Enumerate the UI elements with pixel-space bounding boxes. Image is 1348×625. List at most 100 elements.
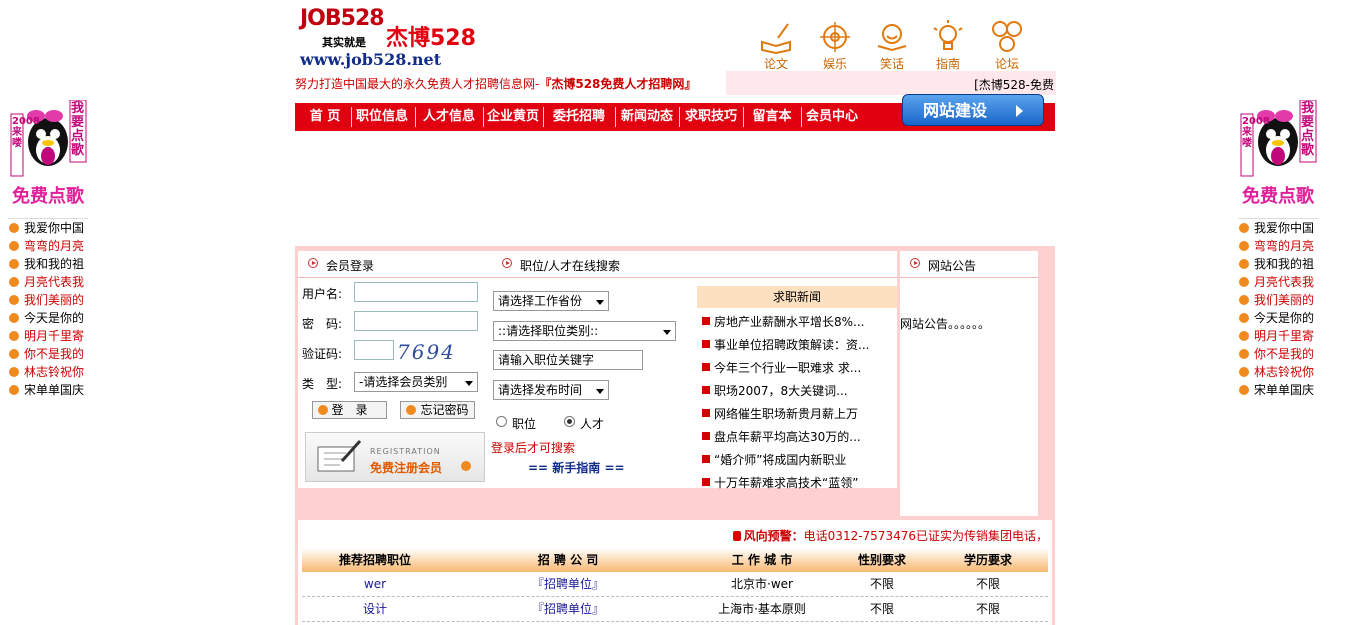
news-item[interactable]: 盘点年薪平均高达30万的... bbox=[700, 427, 895, 450]
logo-tagline: 其实就是 bbox=[322, 36, 366, 49]
song-item[interactable]: 我和我的祖 bbox=[8, 255, 88, 273]
news-item[interactable]: 职场2007，8大关键词... bbox=[700, 381, 895, 404]
arrow-circle-icon bbox=[406, 405, 416, 415]
song-item[interactable]: 宋单单国庆 bbox=[8, 381, 88, 399]
notice-content: 网站公告。。。。。。 bbox=[900, 317, 991, 331]
song-item[interactable]: 明月千里寄 bbox=[8, 327, 88, 345]
nav-talent-info[interactable]: 人才信息 bbox=[416, 103, 482, 131]
nav-member-center[interactable]: 会员中心 bbox=[802, 103, 862, 131]
keyword-input[interactable]: 请输入职位关键字 bbox=[493, 350, 643, 370]
arrow-right-icon bbox=[1016, 105, 1023, 117]
song-item[interactable]: 我和我的祖 bbox=[1238, 255, 1318, 273]
top-nav-luntan[interactable]: 论坛 bbox=[982, 20, 1032, 71]
top-nav-lunwen[interactable]: 论文 bbox=[751, 20, 801, 71]
nav-news[interactable]: 新闻动态 bbox=[616, 103, 678, 131]
publish-time-select[interactable]: 请选择发布时间 bbox=[493, 380, 609, 400]
login-button[interactable]: 登 录 bbox=[312, 401, 387, 419]
warning-bar: 风向预警：电话0312-7573476已证实为传销集团电话， bbox=[298, 520, 1052, 546]
song-list: 我爱你中国 弯弯的月亮 我和我的祖 月亮代表我 我们美丽的 今天是你的 明月千里… bbox=[1238, 218, 1318, 399]
chevron-down-icon bbox=[663, 330, 671, 335]
news-bullet-icon bbox=[702, 317, 710, 325]
news-item[interactable]: “婚介师”将成国内新职业 bbox=[700, 450, 895, 473]
song-bullet-icon bbox=[9, 331, 19, 341]
news-item[interactable]: 网络催生职场新贵月薪上万 bbox=[700, 404, 895, 427]
nav-home[interactable]: 首 页 bbox=[299, 103, 351, 131]
song-bullet-icon bbox=[1239, 313, 1249, 323]
beginner-guide-link[interactable]: == 新手指南 == bbox=[528, 459, 625, 476]
top-nav-zhinan[interactable]: 指南 bbox=[923, 20, 973, 71]
radio-job-label: 职位 bbox=[512, 417, 537, 431]
song-bullet-icon bbox=[1239, 223, 1249, 233]
table-row[interactable]: wer 『招聘单位』 北京市·wer 不限 不限 bbox=[302, 572, 1048, 597]
news-bullet-icon bbox=[702, 340, 710, 348]
top-nav-xiaohua[interactable]: 笑话 bbox=[867, 20, 917, 71]
table-row[interactable]: 设计 『招聘单位』 上海市·基本原则 不限 不限 bbox=[302, 597, 1048, 622]
song-item[interactable]: 你不是我的 bbox=[8, 345, 88, 363]
free-song-title: 免费点歌 bbox=[1242, 186, 1314, 207]
song-item[interactable]: 我爱你中国 bbox=[1238, 219, 1318, 237]
news-item[interactable]: 十万年薪难求高技术“蓝领” bbox=[700, 473, 895, 496]
song-item[interactable]: 今天是你的 bbox=[1238, 309, 1318, 327]
song-bullet-icon bbox=[1239, 241, 1249, 251]
scrolling-marquee: [杰博528-免费 bbox=[726, 71, 1056, 95]
song-mascot-banner[interactable]: 2008来喽 我要点歌 免费点歌 bbox=[1238, 99, 1318, 212]
password-input[interactable] bbox=[354, 311, 478, 331]
news-item[interactable]: 事业单位招聘政策解读：资... bbox=[700, 335, 895, 358]
lightbulb-icon bbox=[933, 20, 963, 50]
website-build-button[interactable]: 网站建设 bbox=[902, 94, 1044, 126]
song-item[interactable]: 弯弯的月亮 bbox=[1238, 237, 1318, 255]
news-item[interactable]: 房地产业薪酬水平增长8%... bbox=[700, 312, 895, 335]
register-banner[interactable]: REGISTRATION 免费注册会员 bbox=[305, 432, 485, 482]
song-item[interactable]: 弯弯的月亮 bbox=[8, 237, 88, 255]
song-bullet-icon bbox=[9, 313, 19, 323]
slogan-highlight: 『杰博528免费人才招聘网』 bbox=[539, 77, 697, 91]
song-item[interactable]: 我爱你中国 bbox=[8, 219, 88, 237]
nav-job-info[interactable]: 职位信息 bbox=[352, 103, 412, 131]
radio-job[interactable] bbox=[496, 416, 507, 427]
notebook-pen-icon bbox=[317, 439, 362, 472]
alert-icon bbox=[732, 531, 741, 541]
captcha-image[interactable]: 7694 bbox=[397, 340, 475, 364]
captcha-input[interactable] bbox=[354, 340, 394, 360]
song-bullet-icon bbox=[1239, 349, 1249, 359]
nav-company[interactable]: 企业黄页 bbox=[484, 103, 542, 131]
table-header: 推荐招聘职位 招 聘 公 司 工 作 城 市 性别要求 学历要求 bbox=[302, 548, 1048, 572]
province-select[interactable]: 请选择工作省份 bbox=[493, 291, 609, 311]
job-news-header: 求职新闻 bbox=[697, 286, 897, 308]
nav-guestbook[interactable]: 留言本 bbox=[744, 103, 800, 131]
site-logo[interactable]: JOB528 杰博528 其实就是 www.job528.net bbox=[298, 4, 478, 70]
song-bullet-icon bbox=[1239, 331, 1249, 341]
song-item[interactable]: 你不是我的 bbox=[1238, 345, 1318, 363]
song-item[interactable]: 月亮代表我 bbox=[8, 273, 88, 291]
free-song-title: 免费点歌 bbox=[12, 186, 84, 207]
badge-side-text: 我要点歌 bbox=[1301, 101, 1315, 158]
job-category-select[interactable]: ::请选择职位类别:: bbox=[493, 321, 676, 341]
song-item[interactable]: 林志铃祝你 bbox=[8, 363, 88, 381]
nav-tips[interactable]: 求职技巧 bbox=[680, 103, 742, 131]
song-mascot-banner[interactable]: 2008来喽 我要点歌 免费点歌 bbox=[8, 99, 88, 212]
username-label: 用户名: bbox=[302, 287, 343, 301]
member-type-select[interactable]: -请选择会员类别 bbox=[354, 372, 478, 392]
username-input[interactable] bbox=[354, 282, 478, 302]
song-item[interactable]: 我们美丽的 bbox=[8, 291, 88, 309]
top-nav-yule[interactable]: 娱乐 bbox=[810, 20, 860, 71]
radio-talent[interactable] bbox=[564, 416, 575, 427]
forgot-password-button[interactable]: 忘记密码 bbox=[400, 401, 475, 419]
nav-entrust[interactable]: 委托招聘 bbox=[544, 103, 614, 131]
news-item[interactable]: 今年三个行业一职难求 求... bbox=[700, 358, 895, 381]
song-bullet-icon bbox=[9, 259, 19, 269]
smile-icon bbox=[877, 24, 907, 52]
song-item[interactable]: 林志铃祝你 bbox=[1238, 363, 1318, 381]
news-bullet-icon bbox=[702, 432, 710, 440]
song-item[interactable]: 明月千里寄 bbox=[1238, 327, 1318, 345]
job-news-list: 房地产业薪酬水平增长8%... 事业单位招聘政策解读：资... 今年三个行业一职… bbox=[700, 312, 895, 496]
arrow-circle-icon bbox=[910, 258, 920, 268]
song-item[interactable]: 我们美丽的 bbox=[1238, 291, 1318, 309]
song-item[interactable]: 宋单单国庆 bbox=[1238, 381, 1318, 399]
song-item[interactable]: 今天是你的 bbox=[8, 309, 88, 327]
song-bullet-icon bbox=[1239, 295, 1249, 305]
radio-talent-label: 人才 bbox=[580, 417, 605, 431]
song-bullet-icon bbox=[9, 277, 19, 287]
song-item[interactable]: 月亮代表我 bbox=[1238, 273, 1318, 291]
logo-brand: JOB528 bbox=[300, 6, 385, 31]
